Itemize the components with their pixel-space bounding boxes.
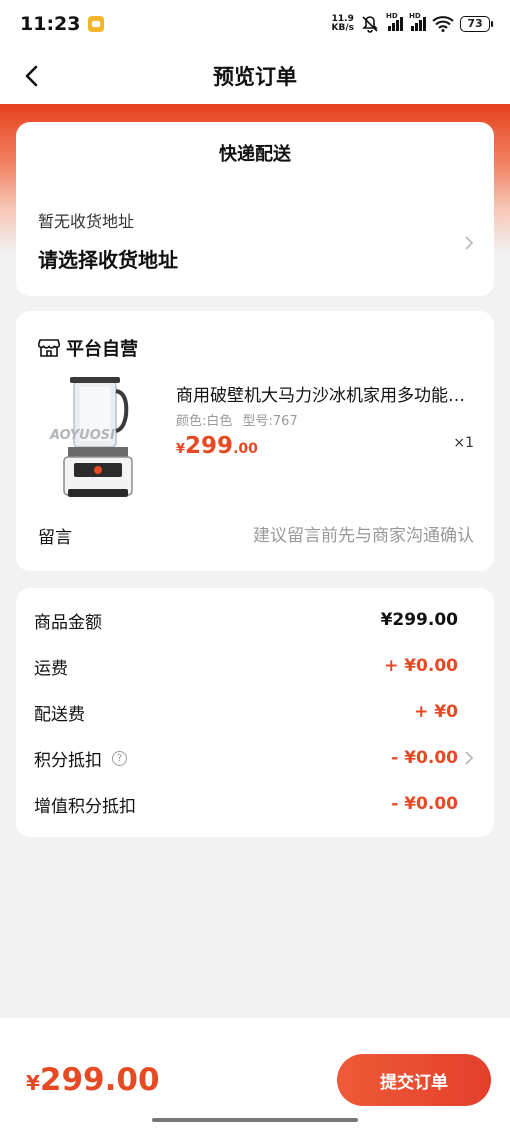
shop-name: 平台自营 [66,339,138,360]
nav-bar: 预览订单 [0,48,510,104]
price-decimal: .00 [233,441,258,457]
summary-row-value-points-deduction: 增值积分抵扣 - ¥0.00 [34,789,458,819]
back-button[interactable] [14,58,50,94]
signal-1-icon: HD [386,12,403,31]
signal-2-icon: HD [409,12,426,31]
summary-label: 运费 [34,658,68,679]
submit-order-button[interactable]: 提交订单 [337,1054,491,1106]
select-address-label: 请选择收货地址 [38,248,178,272]
network-speed: 11.9 KB/s [332,15,354,33]
shop-header: 平台自营 [38,335,138,361]
notification-app-icon [88,16,105,32]
summary-row-goods-amount: 商品金额 ¥299.00 [34,605,458,635]
delivery-card: 快递配送 暂无收货地址 请选择收货地址 [16,122,494,296]
home-indicator[interactable] [152,1118,358,1122]
select-address-row[interactable]: 暂无收货地址 请选择收货地址 [16,192,494,296]
summary-row-points-deduction[interactable]: 积分抵扣 ? - ¥0.00 [34,743,458,773]
price-integer: 299 [185,433,234,459]
summary-label: 配送费 [34,704,85,725]
summary-value: - ¥0.00 [391,748,458,768]
remark-row: 留言 [38,523,474,548]
total-currency: ¥ [26,1071,40,1095]
mute-bell-icon [362,16,378,33]
delivery-method-title: 快递配送 [219,144,291,165]
page-title: 预览订单 [213,65,297,89]
product-image-brand: AOYUOSI [49,428,115,443]
wifi-icon [432,16,454,32]
remark-label: 留言 [38,528,72,548]
summary-row-delivery-fee: 配送费 + ¥0 [34,697,458,727]
price-summary-card: 商品金额 ¥299.00 运费 + ¥0.00 配送费 + ¥0 积分抵扣 ? … [16,588,494,837]
status-bar: 11:23 11.9 KB/s HD HD 73 [0,0,510,48]
help-icon[interactable]: ? [112,750,127,766]
remark-input[interactable] [184,525,474,546]
network-speed-unit: KB/s [331,23,354,33]
status-time: 11:23 [20,13,81,35]
product-spec: 颜色:白色 型号:767 [176,410,304,429]
summary-value: + ¥0.00 [384,656,458,676]
summary-value: - ¥0.00 [391,794,458,814]
order-total: ¥299.00 [26,1062,160,1098]
chevron-right-icon [465,751,474,765]
summary-label: 积分抵扣 [34,750,102,771]
summary-value: ¥299.00 [380,610,458,630]
store-icon [38,339,60,357]
summary-label: 商品金额 [34,612,102,633]
battery-indicator: 73 [460,16,493,32]
summary-label-with-help: 积分抵扣 ? [34,746,127,771]
product-card: 平台自营 AOYUOSI 商用破壁机大马力沙冰机家用多功能料理机 颜色:白色 型… [16,311,494,571]
product-quantity: ×1 [453,435,474,451]
product-price: ¥299.00 [176,433,258,459]
status-indicators: 11.9 KB/s HD HD 73 [332,12,493,33]
product-title[interactable]: 商用破壁机大马力沙冰机家用多功能料理机 [176,381,472,406]
back-arrow-icon [25,65,38,87]
chevron-right-icon [465,236,474,250]
price-currency: ¥ [176,442,186,457]
spec-model: 型号:767 [242,414,298,429]
checkout-bar: ¥299.00 提交订单 [0,1018,510,1134]
summary-label: 增值积分抵扣 [34,796,136,817]
spec-color: 颜色:白色 [176,414,233,429]
summary-row-shipping: 运费 + ¥0.00 [34,651,458,681]
summary-value: + ¥0 [414,702,458,722]
no-address-hint: 暂无收货地址 [38,212,135,231]
product-image[interactable]: AOYUOSI [46,377,156,503]
total-amount: 299.00 [39,1062,160,1098]
